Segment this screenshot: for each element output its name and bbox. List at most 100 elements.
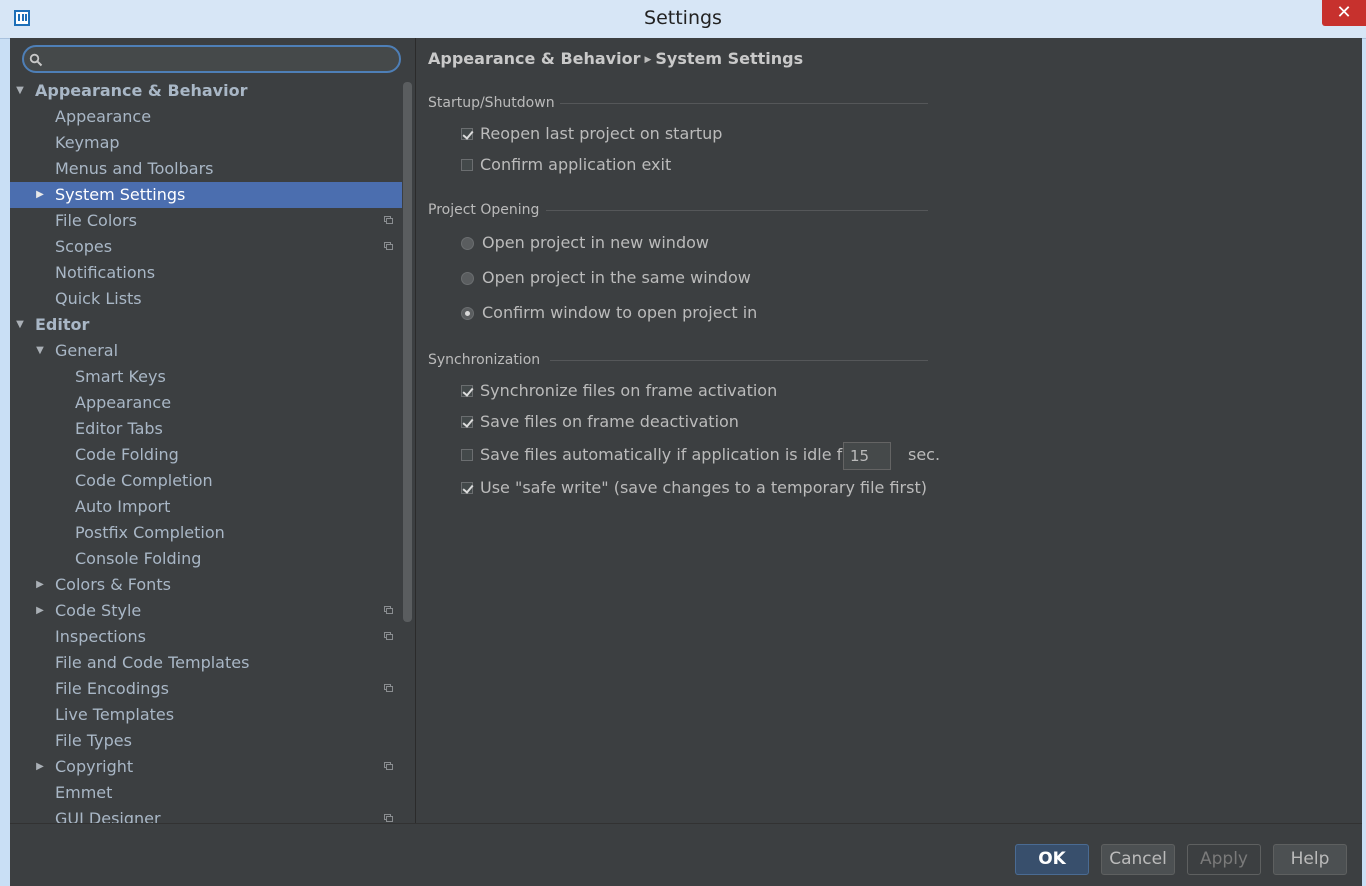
reopen-last-project-label[interactable]: Reopen last project on startup — [480, 124, 722, 143]
idle-seconds-input[interactable]: 15 — [843, 442, 891, 470]
tree-item-label: Auto Import — [75, 497, 171, 516]
expand-arrow-down-icon[interactable]: ▼ — [14, 78, 26, 104]
open-same-window-label[interactable]: Open project in the same window — [482, 268, 751, 287]
tree-item[interactable]: Code Folding — [10, 442, 402, 468]
tree-item-label: File Colors — [55, 211, 137, 230]
reopen-last-project-checkbox[interactable] — [461, 128, 473, 140]
tree-item[interactable]: Quick Lists — [10, 286, 402, 312]
save-on-deactivation-label[interactable]: Save files on frame deactivation — [480, 412, 739, 431]
tree-item[interactable]: Menus and Toolbars — [10, 156, 402, 182]
tree-item-label: Editor Tabs — [75, 419, 163, 438]
tree-item[interactable]: ▼ General — [10, 338, 402, 364]
sync-files-label[interactable]: Synchronize files on frame activation — [480, 381, 777, 400]
tree-item-label: Colors & Fonts — [55, 575, 171, 594]
tree-item[interactable]: Emmet — [10, 780, 402, 806]
tree-item[interactable]: File and Code Templates — [10, 650, 402, 676]
tree-item-label: Live Templates — [55, 705, 175, 724]
settings-content: Appearance & Behavior ▶ System Settings St… — [416, 38, 1362, 823]
tree-item-label: Code Style — [55, 601, 142, 620]
ok-button[interactable]: OK — [1015, 844, 1089, 875]
tree-item[interactable]: Appearance — [10, 104, 402, 130]
open-new-window-radio[interactable] — [461, 237, 474, 250]
open-same-window-radio[interactable] — [461, 272, 474, 285]
tree-item[interactable]: GUI Designer — [10, 806, 402, 823]
close-button[interactable]: ✕ — [1322, 0, 1366, 26]
safe-write-label[interactable]: Use "safe write" (save changes to a temp… — [480, 478, 927, 497]
tree-item[interactable]: Code Completion — [10, 468, 402, 494]
tree-item-label: Keymap — [55, 133, 120, 152]
startup-section-title: Startup/Shutdown — [428, 95, 555, 111]
search-input[interactable] — [22, 45, 401, 73]
tree-item[interactable]: Live Templates — [10, 702, 402, 728]
breadcrumb-separator-icon: ▶ — [644, 55, 652, 65]
tree-item[interactable]: Editor Tabs — [10, 416, 402, 442]
tree-item-label: Code Completion — [75, 471, 213, 490]
tree-item-label: Editor — [35, 315, 90, 334]
tree-item[interactable]: Console Folding — [10, 546, 402, 572]
settings-sidebar: ▼ Appearance & Behavior Appearance Keymap Me… — [10, 38, 416, 823]
tree-item[interactable]: Scopes — [10, 234, 402, 260]
tree-item[interactable]: Inspections — [10, 624, 402, 650]
confirm-window-label[interactable]: Confirm window to open project in — [482, 303, 757, 322]
project-scope-icon — [384, 606, 393, 614]
section-divider — [560, 103, 928, 104]
tree-item[interactable]: ▶ Colors & Fonts — [10, 572, 402, 598]
tree-item-label: Appearance — [55, 107, 152, 126]
tree-item-label: Smart Keys — [75, 367, 166, 386]
save-automatically-label[interactable]: Save files automatically if application … — [480, 445, 859, 464]
expand-arrow-right-icon[interactable]: ▶ — [34, 572, 46, 598]
safe-write-checkbox[interactable] — [461, 482, 473, 494]
expand-arrow-right-icon[interactable]: ▶ — [34, 182, 46, 208]
project-scope-icon — [384, 632, 393, 640]
tree-item-label: Quick Lists — [55, 289, 142, 308]
tree-item[interactable]: Postfix Completion — [10, 520, 402, 546]
expand-arrow-down-icon[interactable]: ▼ — [14, 312, 26, 338]
tree-item[interactable]: ▶ Copyright — [10, 754, 402, 780]
open-new-window-label[interactable]: Open project in new window — [482, 233, 709, 252]
breadcrumb-current: System Settings — [655, 49, 804, 68]
help-button[interactable]: Help — [1273, 844, 1347, 875]
tree-item-label: Copyright — [55, 757, 134, 776]
tree-item-label: GUI Designer — [55, 809, 161, 823]
breadcrumb: Appearance & Behavior ▶ System Settings — [428, 49, 803, 68]
project-scope-icon — [384, 216, 393, 224]
tree-item-label: General — [55, 341, 119, 360]
confirm-exit-checkbox[interactable] — [461, 159, 473, 171]
window-title: Settings — [644, 7, 722, 29]
breadcrumb-parent: Appearance & Behavior — [428, 49, 641, 68]
tree-item[interactable]: ▼ Appearance & Behavior — [10, 78, 402, 104]
cancel-button[interactable]: Cancel — [1101, 844, 1175, 875]
tree-item[interactable]: Keymap — [10, 130, 402, 156]
tree-item[interactable]: Notifications — [10, 260, 402, 286]
tree-item-label: Scopes — [55, 237, 113, 256]
tree-item-label: Code Folding — [75, 445, 179, 464]
tree-item[interactable]: Auto Import — [10, 494, 402, 520]
confirm-window-radio[interactable] — [461, 307, 474, 320]
tree-item[interactable]: File Colors — [10, 208, 402, 234]
tree-item[interactable]: Appearance — [10, 390, 402, 416]
tree-item[interactable]: ▼ Editor — [10, 312, 402, 338]
settings-tree: ▼ Appearance & Behavior Appearance Keymap Me… — [10, 78, 402, 823]
section-divider — [550, 360, 928, 361]
expand-arrow-right-icon[interactable]: ▶ — [34, 598, 46, 624]
tree-item-label: Notifications — [55, 263, 156, 282]
tree-item[interactable]: ▶ System Settings — [10, 182, 402, 208]
confirm-exit-label[interactable]: Confirm application exit — [480, 155, 671, 174]
tree-item[interactable]: File Types — [10, 728, 402, 754]
expand-arrow-right-icon[interactable]: ▶ — [34, 754, 46, 780]
tree-item-label: Postfix Completion — [75, 523, 225, 542]
search-icon — [29, 53, 43, 67]
save-automatically-checkbox[interactable] — [461, 449, 473, 461]
tree-item[interactable]: ▶ Code Style — [10, 598, 402, 624]
save-on-deactivation-checkbox[interactable] — [461, 416, 473, 428]
sidebar-scrollbar[interactable] — [403, 82, 412, 622]
apply-button[interactable]: Apply — [1187, 844, 1261, 875]
tree-item[interactable]: File Encodings — [10, 676, 402, 702]
dialog-button-bar: OK Cancel Apply Help — [10, 823, 1362, 886]
tree-item-label: File and Code Templates — [55, 653, 250, 672]
expand-arrow-down-icon[interactable]: ▼ — [34, 338, 46, 364]
tree-item[interactable]: Smart Keys — [10, 364, 402, 390]
tree-item-label: Console Folding — [75, 549, 202, 568]
sync-files-checkbox[interactable] — [461, 385, 473, 397]
project-scope-icon — [384, 762, 393, 770]
